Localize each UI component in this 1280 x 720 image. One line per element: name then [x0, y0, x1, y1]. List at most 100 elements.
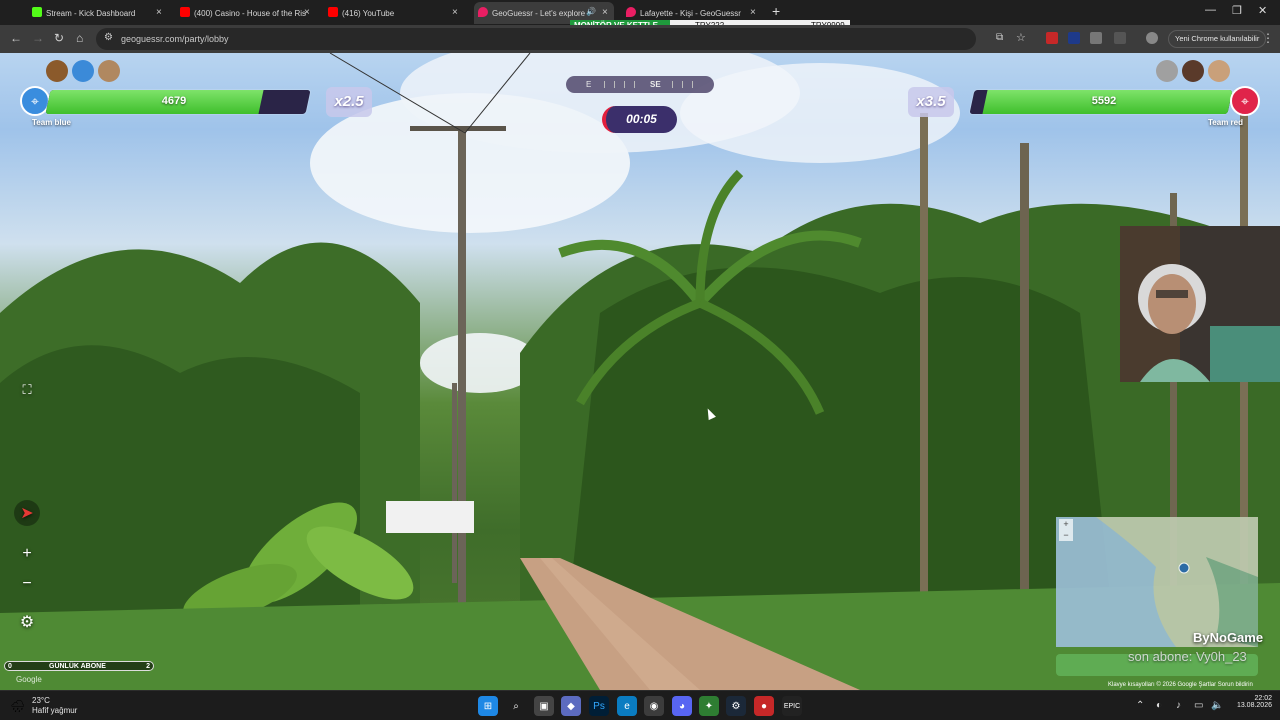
bookmark-star-icon[interactable]: ☆: [1016, 32, 1026, 44]
team-red-multiplier: x3.5: [908, 87, 954, 117]
sub-counter-label: GÜNLÜK ABONE: [49, 663, 106, 670]
minimize-icon[interactable]: —: [1205, 4, 1216, 16]
streamer-webcam: [1120, 226, 1280, 382]
epic-games-icon[interactable]: EPIC: [782, 696, 802, 716]
browser-toolbar: ← → ↻ ⌂ ⚙ geoguessr.com/party/lobby ⧉ ☆ …: [0, 25, 1280, 53]
tray-mic-icon[interactable]: ♪: [1176, 700, 1181, 711]
report-location-icon[interactable]: ⛶: [14, 377, 40, 403]
close-tab-icon[interactable]: ×: [452, 7, 458, 18]
geoguessr-icon: [478, 7, 488, 17]
tray-app-icon[interactable]: ◐: [1156, 700, 1162, 711]
start-windows-icon[interactable]: ⊞: [478, 696, 498, 716]
steam-icon[interactable]: ⚙: [726, 696, 746, 716]
player-avatar: [46, 60, 68, 82]
team-red-score-bar: 5592: [969, 90, 1233, 114]
minimap-image: [1056, 517, 1258, 647]
daily-sub-counter: 0 GÜNLÜK ABONE 2: [4, 661, 154, 671]
tab-label: Stream - Kick Dashboard: [46, 8, 136, 18]
close-tab-icon[interactable]: ×: [304, 7, 310, 18]
sub-counter-max: 2: [146, 663, 150, 670]
forward-icon[interactable]: →: [32, 32, 44, 44]
volume-icon[interactable]: 🔈: [1211, 700, 1223, 711]
player-avatar: [1156, 60, 1178, 82]
tab-label: Lafayette - Kişi - GeoGuessr: [640, 8, 741, 18]
sub-counter-min: 0: [8, 663, 12, 670]
edge-icon[interactable]: e: [617, 696, 637, 716]
clock-time: 22:02: [1254, 695, 1272, 702]
round-timer: 00:05: [602, 106, 677, 133]
zoom-out-button[interactable]: −: [14, 571, 40, 597]
team-blue-score: 4679: [161, 95, 187, 107]
search-icon[interactable]: ⌕: [506, 696, 526, 716]
weather-temp: 23°C: [32, 696, 50, 705]
last-subscriber-text: son abone: Vy0h_23: [1128, 649, 1247, 664]
minimap-zoom-buttons[interactable]: + −: [1059, 519, 1073, 541]
team-blue-multiplier: x2.5: [326, 87, 372, 117]
site-info-icon[interactable]: ⚙: [104, 32, 113, 43]
webcam-image: [1120, 226, 1280, 382]
team-blue-label: Team blue: [32, 118, 71, 127]
extension-icon[interactable]: [1090, 32, 1102, 44]
player-avatar: [1208, 60, 1230, 82]
chrome-update-button[interactable]: Yeni Chrome kullanılabilir: [1168, 30, 1267, 48]
extension-icon[interactable]: [1046, 32, 1058, 44]
chrome-icon[interactable]: ◉: [644, 696, 664, 716]
player-avatar: [72, 60, 94, 82]
guess-minimap[interactable]: [1056, 517, 1258, 647]
compass-needle-icon[interactable]: ➤: [14, 500, 40, 526]
player-avatar: [98, 60, 120, 82]
tab-kick-dashboard[interactable]: Stream - Kick Dashboard ×: [32, 2, 166, 24]
team-red-pin-icon: ⌖: [1230, 86, 1260, 116]
team-red-label: Team red: [1208, 118, 1243, 127]
discord-icon[interactable]: ◕: [672, 696, 692, 716]
home-icon[interactable]: ⌂: [76, 32, 83, 44]
tab-label: (416) YouTube: [342, 8, 395, 18]
youtube-icon: [328, 7, 338, 17]
speaker-icon[interactable]: 🔊: [586, 7, 596, 16]
reload-icon[interactable]: ↻: [54, 32, 64, 44]
task-view-icon[interactable]: ▣: [534, 696, 554, 716]
compass-southeast: SE: [650, 80, 661, 89]
menu-kebab-icon[interactable]: ⋮: [1262, 32, 1274, 44]
app-icon[interactable]: ◆: [561, 696, 581, 716]
weather-desc: Hafif yağmur: [32, 706, 78, 715]
windows-taskbar: 🌧 23°C Hafif yağmur ⊞ ⌕ ▣ ◆ Ps e ◉ ◕ ✦ ⚙…: [0, 690, 1280, 720]
youtube-icon: [180, 7, 190, 17]
compass-strip: E SE: [566, 76, 714, 93]
compass-east: E: [586, 80, 592, 89]
close-window-icon[interactable]: ✕: [1258, 4, 1267, 17]
close-tab-icon[interactable]: ×: [156, 7, 162, 18]
team-red-score: 5592: [1091, 95, 1117, 107]
geoguessr-icon: [626, 7, 636, 17]
restore-icon[interactable]: ❐: [1232, 4, 1242, 17]
extensions-puzzle-icon[interactable]: [1114, 32, 1126, 44]
tab-youtube[interactable]: (416) YouTube ×: [328, 2, 462, 24]
back-icon[interactable]: ←: [10, 32, 22, 44]
profile-avatar-icon[interactable]: [1146, 32, 1158, 44]
player-avatar: [1182, 60, 1204, 82]
system-clock[interactable]: 22:02 13.08.2026: [1228, 695, 1272, 709]
photoshop-icon[interactable]: Ps: [589, 696, 609, 716]
extension-icon[interactable]: [1068, 32, 1080, 44]
app-icon[interactable]: ●: [754, 696, 774, 716]
tab-label: GeoGuessr - Let's explore t: [492, 8, 590, 18]
tab-label: (400) Casino - House of the Ris: [194, 8, 307, 18]
clock-date: 13.08.2026: [1236, 702, 1272, 709]
team-blue-score-bar: 4679: [45, 90, 311, 114]
brand-watermark: ByNoGame: [1193, 630, 1264, 645]
google-logo: Google: [16, 675, 42, 684]
weather-cloud-icon: 🌧: [10, 699, 26, 713]
close-tab-icon[interactable]: ×: [602, 7, 608, 18]
address-bar[interactable]: ⚙ geoguessr.com/party/lobby: [96, 28, 976, 50]
network-icon[interactable]: ▭: [1194, 700, 1203, 711]
tray-chevron-icon[interactable]: ⌃: [1136, 700, 1144, 711]
cast-icon[interactable]: ⧉: [996, 32, 1003, 44]
zoom-in-button[interactable]: +: [14, 541, 40, 567]
tab-youtube-casino[interactable]: (400) Casino - House of the Ris ×: [180, 2, 314, 24]
close-tab-icon[interactable]: ×: [750, 7, 756, 18]
url-text: geoguessr.com/party/lobby: [121, 34, 229, 44]
new-tab-button[interactable]: +: [772, 4, 780, 18]
settings-gear-icon[interactable]: ⚙: [14, 609, 40, 635]
kick-icon: [32, 7, 42, 17]
app-icon[interactable]: ✦: [699, 696, 719, 716]
